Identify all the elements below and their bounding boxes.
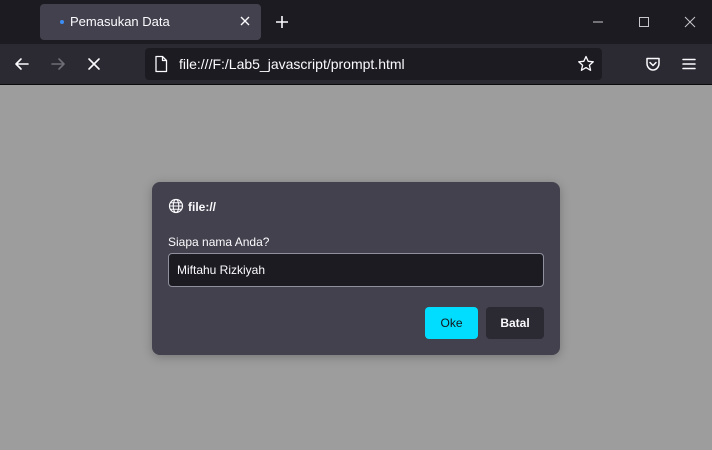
back-arrow-icon[interactable] <box>12 54 32 74</box>
browser-tab[interactable]: Pemasukan Data <box>40 4 261 40</box>
window-close-icon[interactable] <box>681 13 699 31</box>
stop-loading-icon[interactable] <box>84 54 104 74</box>
navigation-toolbar: file:///F:/Lab5_javascript/prompt.html <box>0 44 712 85</box>
minimize-icon[interactable] <box>589 13 607 31</box>
plus-icon[interactable] <box>272 12 292 32</box>
page-icon <box>155 55 168 73</box>
tab-close-icon[interactable] <box>236 12 254 30</box>
maximize-icon[interactable] <box>635 13 653 31</box>
address-bar[interactable]: file:///F:/Lab5_javascript/prompt.html <box>145 48 602 80</box>
hamburger-menu-icon[interactable] <box>679 54 699 74</box>
cancel-button[interactable]: Batal <box>486 307 544 339</box>
tab-title: Pemasukan Data <box>70 14 170 29</box>
globe-icon <box>168 198 184 214</box>
loading-indicator <box>60 20 64 24</box>
ok-button[interactable]: Oke <box>425 307 478 339</box>
tab-strip: Pemasukan Data <box>0 0 712 44</box>
url-text[interactable]: file:///F:/Lab5_javascript/prompt.html <box>179 56 405 72</box>
prompt-dialog: file:// Siapa nama Anda? Oke Batal <box>152 182 560 355</box>
forward-arrow-icon[interactable] <box>48 54 68 74</box>
bookmark-star-icon[interactable] <box>576 54 596 74</box>
dialog-message: Siapa nama Anda? <box>168 235 270 249</box>
dialog-origin: file:// <box>188 200 217 214</box>
pocket-icon[interactable] <box>643 54 663 74</box>
prompt-input[interactable] <box>168 253 544 287</box>
